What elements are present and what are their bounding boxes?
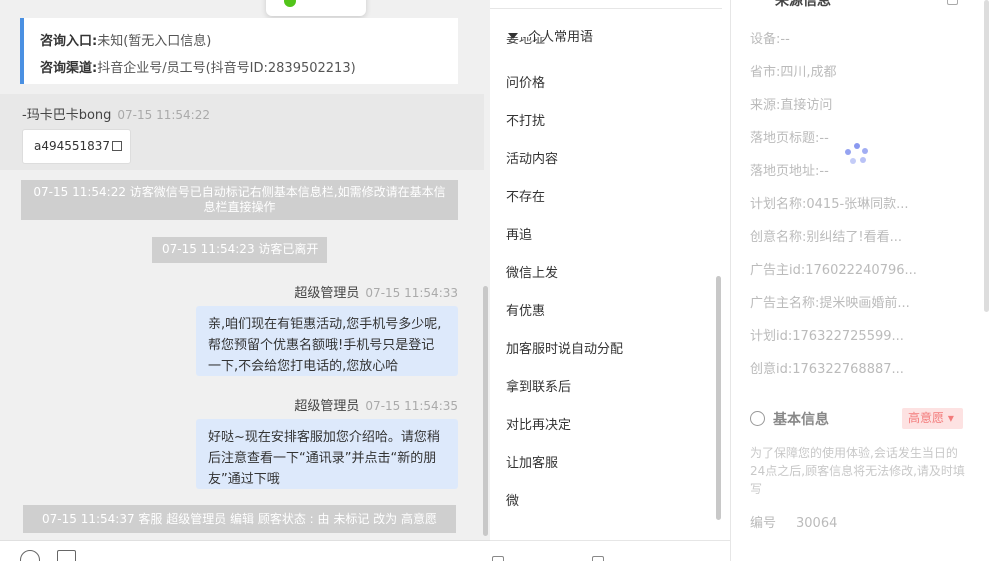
phrase-item[interactable]: 拿到联系后 bbox=[506, 376, 571, 395]
visitor-time: 07-15 11:54:22 bbox=[117, 108, 210, 122]
phrase-item[interactable]: 微 bbox=[506, 490, 519, 509]
agent-message-bubble: 亲,咱们现在有钜惠活动,您手机号多少呢,帮您预留个优惠名额哦!手机号只是登记一下… bbox=[196, 306, 458, 376]
info-row-creative-name: 创意名称:别纠结了!看看... bbox=[750, 230, 902, 245]
agent-header: 超级管理员 07-15 11:54:35 bbox=[294, 395, 458, 414]
channel-value: 抖音企业号/员工号(抖音号ID:2839502213) bbox=[97, 61, 356, 76]
info-row-city: 省市:四川,成都 bbox=[750, 65, 837, 80]
edit-icon[interactable] bbox=[947, 0, 958, 5]
system-message: 07-15 11:54:23 访客已离开 bbox=[152, 237, 327, 263]
system-message: 07-15 11:54:22 访客微信号已自动标记右侧基本信息栏,如需修改请在基… bbox=[21, 180, 458, 220]
system-message: 07-15 11:54:37 客服 超级管理员 编辑 顾客状态 : 由 未标记 … bbox=[23, 505, 456, 533]
customer-info-panel: 来源信息 设备:-- 省市:四川,成都 来源:直接访问 落地页标题:-- 落地页… bbox=[730, 0, 991, 561]
intent-status-dropdown[interactable]: 高意愿 ▾ bbox=[902, 408, 963, 429]
phrase-item[interactable]: 加客服时说自动分配 bbox=[506, 338, 623, 357]
source-info-title: 来源信息 bbox=[775, 0, 831, 9]
agent-time: 07-15 11:54:35 bbox=[365, 399, 458, 413]
intent-status-label: 高意愿 bbox=[908, 411, 945, 425]
visitor-name: -玛卡巴卡bong bbox=[22, 108, 112, 123]
chat-panel: 咨询入口:未知(暂无入口信息) 咨询渠道:抖音企业号/员工号(抖音号ID:283… bbox=[0, 0, 490, 561]
phrase-item[interactable]: 再追 bbox=[506, 224, 532, 243]
divider bbox=[490, 8, 722, 9]
phrase-group-label: 个人常用语 bbox=[528, 30, 594, 45]
phrase-panel-footer bbox=[490, 540, 730, 561]
phrase-item[interactable]: 不存在 bbox=[506, 186, 545, 205]
info-row-advertiser-id: 广告主id:176022240796... bbox=[750, 263, 917, 278]
entry-value: 未知(暂无入口信息) bbox=[97, 34, 212, 49]
edit-notice: 为了保障您的使用体验,会话发生当日的24点之后,顾客信息将无法修改,请及时填写 bbox=[750, 446, 965, 496]
success-icon bbox=[284, 0, 296, 7]
user-icon bbox=[750, 411, 765, 426]
chat-scrollbar[interactable] bbox=[483, 286, 488, 536]
visitor-id-text: a494551837 bbox=[34, 139, 111, 153]
source-card: 咨询入口:未知(暂无入口信息) 咨询渠道:抖音企业号/员工号(抖音号ID:283… bbox=[20, 18, 458, 84]
agent-header: 超级管理员 07-15 11:54:33 bbox=[294, 282, 458, 301]
phrase-item[interactable]: 微信上发 bbox=[506, 262, 558, 281]
image-icon[interactable] bbox=[57, 550, 76, 561]
info-row-plan-id: 计划id:176322725599... bbox=[750, 329, 904, 344]
agent-message-bubble: 好哒~现在安排客服加您介绍哈。请您稍后注意查看一下“通讯录”并点击“新的朋友”通… bbox=[196, 419, 458, 489]
code-label: 编号 bbox=[750, 516, 777, 531]
checkbox-icon[interactable] bbox=[592, 556, 604, 561]
phrase-item[interactable]: 活动内容 bbox=[506, 148, 558, 167]
visitor-id-card[interactable]: a494551837 bbox=[22, 129, 131, 164]
info-row-source: 来源:直接访问 bbox=[750, 98, 833, 113]
visitor-header: -玛卡巴卡bong 07-15 11:54:22 bbox=[22, 104, 210, 123]
entry-row: 咨询入口:未知(暂无入口信息) bbox=[40, 28, 442, 55]
basic-info-title: 基本信息 bbox=[750, 409, 829, 429]
agent-name: 超级管理员 bbox=[294, 286, 360, 301]
phrase-item[interactable]: 问价格 bbox=[506, 72, 545, 91]
input-toolbar bbox=[0, 540, 490, 561]
entry-label: 咨询入口: bbox=[40, 34, 98, 49]
code-value: 30064 bbox=[796, 516, 838, 531]
phrase-item[interactable]: 对比再决定 bbox=[506, 414, 571, 433]
toast bbox=[266, 0, 366, 16]
info-row-device: 设备:-- bbox=[750, 32, 790, 47]
info-scrollbar[interactable] bbox=[984, 0, 989, 312]
agent-name: 超级管理员 bbox=[294, 399, 360, 414]
channel-row: 咨询渠道:抖音企业号/员工号(抖音号ID:2839502213) bbox=[40, 55, 442, 82]
phrase-item[interactable]: 让加客服 bbox=[506, 452, 558, 471]
info-row-creative-id: 创意id:176322768887... bbox=[750, 362, 904, 377]
emoji-icon[interactable] bbox=[20, 550, 40, 561]
phrase-group-header[interactable]: 个人常用语 bbox=[508, 26, 593, 45]
info-row-advertiser-name: 广告主名称:提米映画婚前... bbox=[750, 296, 910, 311]
phrase-scrollbar[interactable] bbox=[716, 276, 721, 520]
phrase-item[interactable]: 有优惠 bbox=[506, 300, 545, 319]
phrase-item[interactable]: 不打扰 bbox=[506, 110, 545, 129]
info-row-plan-name: 计划名称:0415-张琳同款... bbox=[750, 197, 909, 212]
copy-icon[interactable] bbox=[112, 141, 123, 151]
info-row-landing-url: 落地页地址:-- bbox=[750, 164, 829, 179]
info-row-code: 编号 30064 bbox=[750, 512, 837, 531]
checkbox-icon[interactable] bbox=[492, 556, 504, 561]
channel-label: 咨询渠道: bbox=[40, 61, 98, 76]
divider bbox=[730, 0, 731, 561]
info-row-landing-title: 落地页标题:-- bbox=[750, 131, 829, 146]
agent-time: 07-15 11:54:33 bbox=[365, 286, 458, 300]
loading-spinner-icon bbox=[845, 143, 869, 167]
caret-down-icon bbox=[508, 33, 518, 39]
phrase-panel: 要地址 个人常用语 问价格 不打扰 活动内容 不存在 再追 微信上发 有优惠 加… bbox=[490, 0, 730, 561]
